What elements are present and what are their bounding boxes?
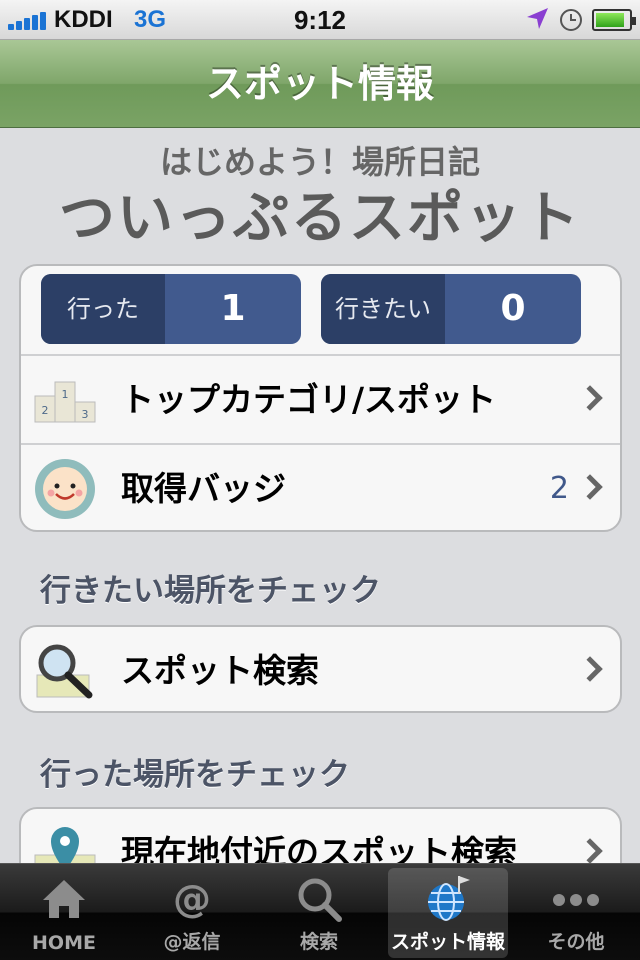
status-bar: KDDI 3G 9:12 <box>0 0 640 40</box>
want-count-button[interactable]: 行きたい 0 <box>321 274 581 344</box>
more-icon <box>553 894 599 906</box>
nearby-search-row[interactable]: 現在地付近のスポット検索 <box>21 809 620 863</box>
alarm-clock-icon <box>560 9 582 31</box>
tab-other-label: その他 <box>547 931 605 953</box>
chevron-right-icon <box>577 474 603 500</box>
badges-label: 取得バッジ <box>121 469 286 508</box>
svg-text:2: 2 <box>42 404 49 417</box>
chevron-right-icon <box>577 656 603 682</box>
svg-text:1: 1 <box>62 388 69 401</box>
map-pin-icon <box>34 827 96 863</box>
tab-bar: HOME @ @返信 検索 スポット情報 その他 <box>0 863 640 960</box>
want-count-label: 行きたい <box>321 274 445 344</box>
tab-search-label: 検索 <box>299 931 338 953</box>
navigation-bar: スポット情報 <box>0 40 640 128</box>
went-count-label: 行った <box>41 274 165 344</box>
badges-row[interactable]: 取得バッジ 2 <box>21 443 620 530</box>
top-category-row[interactable]: 1 2 3 トップカテゴリ/スポット <box>21 354 620 442</box>
at-icon: @ <box>173 877 211 921</box>
battery-level-fill <box>596 13 625 27</box>
globe-flag-icon <box>428 876 470 921</box>
spot-search-group: スポット検索 <box>19 625 622 713</box>
went-count-value: 1 <box>220 288 246 329</box>
hero-title-logo: ついっぷるスポット <box>59 186 581 251</box>
spot-search-label: スポット検索 <box>121 651 319 690</box>
location-arrow-icon <box>527 8 548 29</box>
chevron-right-icon <box>577 385 603 411</box>
tab-reply[interactable]: @ @返信 <box>132 868 252 958</box>
tab-other[interactable]: その他 <box>516 868 636 958</box>
spot-search-row[interactable]: スポット検索 <box>21 627 620 711</box>
nearby-search-label: 現在地付近のスポット検索 <box>121 833 517 863</box>
summary-group: 行った 1 行きたい 0 1 2 3 トップカテゴリ/スポット 取得バッジ 2 <box>19 264 622 532</box>
want-section-header: 行きたい場所をチェック <box>40 573 381 609</box>
svg-text:3: 3 <box>82 408 89 421</box>
search-icon <box>298 878 342 922</box>
top-category-label: トップカテゴリ/スポット <box>121 380 497 419</box>
tab-home-label: HOME <box>32 932 96 954</box>
magnifier-map-icon <box>36 644 93 699</box>
want-count-value: 0 <box>500 288 526 329</box>
went-section-header: 行った場所をチェック <box>40 757 350 793</box>
podium-icon: 1 2 3 <box>34 381 96 423</box>
nearby-search-group: 現在地付近のスポット検索 <box>19 807 622 863</box>
badges-count: 2 <box>549 471 569 506</box>
content-area[interactable]: はじめよう！場所日記 ついっぷるスポット 行った 1 行きたい 0 1 2 3 … <box>0 129 640 863</box>
tab-spot-info-label: スポット情報 <box>390 931 505 953</box>
went-count-button[interactable]: 行った 1 <box>41 274 301 344</box>
battery-icon <box>592 9 636 31</box>
page-title: スポット情報 <box>205 62 434 106</box>
home-icon <box>43 880 85 918</box>
tab-home[interactable]: HOME <box>4 868 124 958</box>
tab-spot-info[interactable]: スポット情報 <box>388 868 508 958</box>
chevron-right-icon <box>577 838 603 863</box>
tab-search[interactable]: 検索 <box>259 868 379 958</box>
tab-reply-label: @返信 <box>163 931 221 953</box>
svg-text:@: @ <box>173 877 211 921</box>
visit-counts-row: 行った 1 行きたい 0 <box>21 266 620 354</box>
badge-face-icon <box>35 459 95 519</box>
